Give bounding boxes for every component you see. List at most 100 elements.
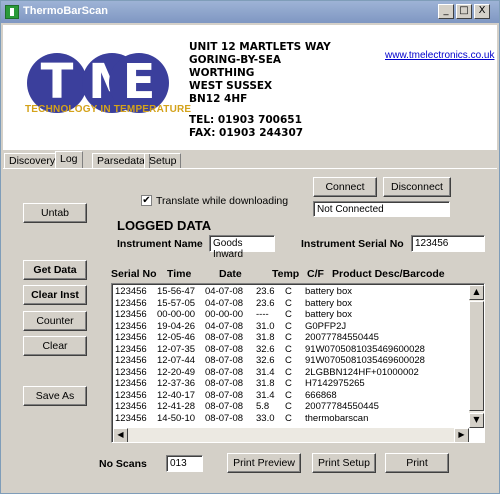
table-row[interactable]: 123456 15-57-05 04-07-08 23.6 Cbattery box	[112, 298, 467, 309]
cell-temp: 32.6	[256, 343, 275, 355]
no-scans-field: 013	[166, 455, 203, 472]
cell-time: 12-41-28	[157, 401, 196, 412]
print-button[interactable]: Print	[385, 453, 449, 473]
cell-serial: 123456	[115, 366, 147, 378]
get-data-button[interactable]: Get Data	[23, 260, 87, 280]
maximize-button[interactable]: □	[456, 4, 472, 19]
cell-temp: 31.8	[256, 378, 275, 389]
scroll-down-icon[interactable]: ▼	[469, 413, 484, 428]
telephone: TEL: 01903 700651	[189, 114, 302, 126]
scroll-left-icon[interactable]: ◀	[113, 428, 128, 442]
tab-log[interactable]: Log	[55, 151, 83, 169]
cell-serial: 123456	[115, 332, 147, 343]
address-line-4: WEST SUSSEX	[189, 80, 273, 92]
cell-unit: C	[285, 297, 292, 309]
cell-product: thermobarscan	[305, 412, 369, 424]
scroll-up-icon[interactable]: ▲	[469, 285, 484, 300]
cell-time: 12-07-44	[157, 355, 196, 366]
cell-serial: 123456	[115, 286, 147, 297]
connect-button[interactable]: Connect	[313, 177, 377, 197]
table-row[interactable]: 123456 12-40-17 08-07-08 31.4 C 666868	[112, 390, 467, 401]
cell-time: 12-07-35	[157, 343, 196, 355]
address-line-3: WORTHING	[189, 67, 255, 79]
cell-temp: 31.8	[256, 332, 275, 343]
cell-temp: 5.8	[256, 401, 270, 412]
cell-product: 666868	[305, 389, 337, 401]
table-row[interactable]: 123456 14-50-10 08-07-08 33.0 Cthermobarscan	[112, 413, 467, 424]
print-preview-button[interactable]: Print Preview	[227, 453, 301, 473]
tab-setup[interactable]: Setup	[144, 153, 182, 169]
print-setup-button[interactable]: Print Setup	[312, 453, 376, 473]
table-row[interactable]: 123456 19-04-26 04-07-08 31.0 C G0PFP2J	[112, 321, 467, 332]
table-row[interactable]: 123456 15-56-47 04-07-08 23.6 Cbattery box	[112, 286, 467, 297]
counter-button[interactable]: Counter	[23, 311, 87, 331]
tab-discovery[interactable]: Discovery	[4, 153, 61, 169]
address-line-1: UNIT 12 MARTLETS WAY	[189, 41, 331, 53]
table-row[interactable]: 123456 12-37-36 08-07-08 31.8 C H7142975265	[112, 378, 467, 389]
cell-unit: C	[285, 343, 292, 355]
logged-data-title: LOGGED DATA	[117, 218, 212, 233]
website-link[interactable]: www.tmelectronics.co.uk	[385, 50, 494, 61]
app-icon	[5, 5, 19, 19]
cell-unit: C	[285, 366, 292, 378]
cell-date: 04-07-08	[205, 320, 244, 332]
cell-temp: 23.6	[256, 297, 275, 309]
table-row[interactable]: 123456 12-05-46 08-07-08 31.8 C 2007778455044…	[112, 332, 467, 343]
close-button[interactable]: X	[474, 4, 490, 19]
cell-date: 04-07-08	[205, 297, 244, 309]
cell-date: 08-07-08	[205, 389, 244, 401]
cell-time: 19-04-26	[157, 320, 196, 332]
instrument-name-field[interactable]: Goods Inward	[209, 235, 275, 260]
vertical-scrollbar[interactable]: ▲ ▼	[469, 285, 484, 428]
minimize-button[interactable]: _	[438, 4, 454, 19]
cell-product: 20077784550445	[305, 401, 379, 412]
disconnect-button[interactable]: Disconnect	[383, 177, 451, 197]
cell-temp: 23.6	[256, 286, 275, 297]
tab-divider	[3, 168, 497, 169]
column-header-serial: Serial No	[111, 268, 157, 280]
instrument-serial-field[interactable]: 123456	[411, 235, 485, 252]
cell-serial: 123456	[115, 401, 147, 412]
cell-time: 12-40-17	[157, 389, 196, 401]
cell-time: 12-37-36	[157, 378, 196, 389]
cell-serial: 123456	[115, 389, 147, 401]
translate-checkbox[interactable]: ✔	[141, 195, 152, 206]
fax: FAX: 01903 244307	[189, 127, 304, 139]
cell-serial: 123456	[115, 378, 147, 389]
logged-data-list[interactable]: 123456 15-56-47 04-07-08 23.6 Cbattery box 12…	[111, 283, 485, 443]
table-row[interactable]: 123456 00-00-00 00-00-00 ---- Cbattery box	[112, 309, 467, 320]
title-bar[interactable]: ThermoBarScan _ □ X	[1, 1, 499, 23]
cell-time: 12-20-49	[157, 366, 196, 378]
cell-temp: 33.0	[256, 412, 275, 424]
cell-time: 15-56-47	[157, 286, 196, 297]
cell-unit: C	[285, 309, 292, 320]
address-line-2: GORING-BY-SEA	[189, 54, 282, 66]
horizontal-scrollbar[interactable]: ◀ ▶	[113, 428, 469, 442]
column-header-cf: C/F	[307, 268, 324, 280]
translate-label: Translate while downloading	[156, 195, 289, 207]
cell-serial: 123456	[115, 355, 147, 366]
table-row[interactable]: 123456 12-07-44 08-07-08 32.6 C 91W0705081035…	[112, 355, 467, 366]
cell-product: G0PFP2J	[305, 320, 347, 332]
column-header-temp: Temp	[272, 268, 300, 280]
table-row[interactable]: 123456 12-41-28 08-07-08 5.8 C 20077784550445	[112, 401, 467, 412]
cell-time: 15-57-05	[157, 297, 196, 309]
clear-button[interactable]: Clear	[23, 336, 87, 356]
logo-tagline: TECHNOLOGY IN TEMPERATURE	[25, 104, 192, 115]
tab-parsedata[interactable]: Parsedata	[92, 153, 150, 169]
cell-serial: 123456	[115, 343, 147, 355]
cell-date: 08-07-08	[205, 355, 244, 366]
scroll-right-icon[interactable]: ▶	[454, 428, 469, 442]
cell-serial: 123456	[115, 412, 147, 424]
clear-inst-button[interactable]: Clear Inst	[23, 285, 87, 305]
scroll-thumb[interactable]	[469, 301, 484, 411]
untab-button[interactable]: Untab	[23, 203, 87, 223]
cell-serial: 123456	[115, 309, 147, 320]
table-row[interactable]: 123456 12-20-49 08-07-08 31.4 C 2LGBBN124HF+0…	[112, 367, 467, 378]
cell-temp: 31.4	[256, 389, 275, 401]
cell-product: 2LGBBN124HF+01000002	[305, 366, 419, 378]
cell-product: battery box	[305, 297, 352, 309]
table-row[interactable]: 123456 12-07-35 08-07-08 32.6 C 91W0705081035…	[112, 344, 467, 355]
cell-serial: 123456	[115, 320, 147, 332]
save-as-button[interactable]: Save As	[23, 386, 87, 406]
